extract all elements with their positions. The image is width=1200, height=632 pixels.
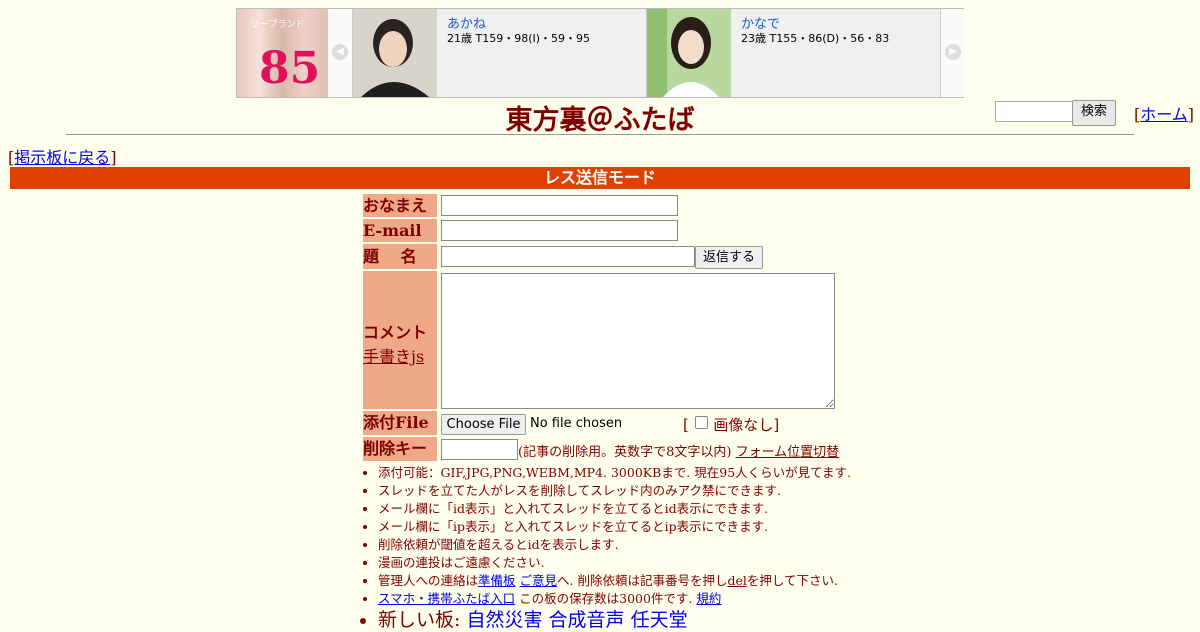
rule-text: を押して下さい. [746,573,838,588]
list-item: 漫画の連投はご遠慮ください. [378,554,851,572]
back-link-group: [掲示板に戻る] [8,144,117,168]
delete-key-note: (記事の削除用。英数字で8文字以内) [518,445,732,460]
handwriting-link[interactable]: 手書きjs [363,347,424,366]
search-button[interactable]: 検索 [1072,100,1116,126]
banner-logo-number: 85 [259,43,321,94]
new-board-link[interactable]: 任天堂 [631,609,688,631]
terms-link[interactable]: 規約 [696,591,721,606]
junbi-board-link[interactable]: 準備板 [478,573,516,588]
no-image-group: [ 画像なし] [683,414,779,435]
profile-stats: 23歳 T155・86(D)・56・83 [741,32,890,45]
banner-logo-caption: ソープランド [251,20,305,30]
rule-text: 新しい板: [378,609,467,631]
divider [66,134,1134,135]
chevron-left-icon: ◀ [332,44,348,60]
mobile-entrance-link[interactable]: スマホ・携帯ふたば入口 [378,591,515,606]
subject-label: 題 名 [363,244,437,269]
feedback-link[interactable]: ご意見 [520,573,558,588]
rule-text: 管理人への連絡は [378,573,479,588]
home-link[interactable]: ホーム [1140,105,1188,124]
chevron-right-icon: ▶ [945,44,961,60]
del-link[interactable]: del [727,573,746,588]
home-link-group: [ホーム] [1134,101,1194,125]
rule-text: この板の保存数は3000件です. [515,591,693,606]
no-image-label: 画像なし] [713,416,780,434]
choose-file-button[interactable]: Choose File [441,414,526,435]
profile-photo [647,9,731,97]
list-item: スレッドを立てた人がレスを削除してスレッド内のみアク禁にできます. [378,482,851,500]
banner-next-arrow[interactable]: ▶ [940,9,965,97]
new-board-link[interactable]: 合成音声 [549,609,625,631]
list-item: 管理人への連絡は準備板 ご意見へ. 削除依頼は記事番号を押しdelを押して下さい… [378,572,851,590]
bracket-open: [ [683,416,689,434]
bracket-close: ] [110,148,117,167]
name-field[interactable] [441,195,678,216]
delete-key-note-group: (記事の削除用。英数字で8文字以内) フォーム位置切替 [518,441,839,460]
banner-logo[interactable]: ソープランド 85 [237,9,327,97]
list-item: 削除依頼が閾値を超えるとidを表示します. [378,536,851,554]
submit-button[interactable]: 返信する [695,246,763,269]
new-board-link[interactable]: 自然災害 [466,609,542,631]
list-item: 新しい板: 自然災害 合成音声 任天堂 [378,608,851,632]
profile-stats: 21歳 T159・98(I)・59・95 [447,32,591,45]
no-file-chosen-text: No file chosen [530,416,623,431]
form-position-toggle-link[interactable]: フォーム位置切替 [736,445,840,460]
comment-label-cell: コメント 手書きjs [363,271,437,409]
list-item: メール欄に「ip表示」と入れてスレッドを立てるとip表示にできます. [378,518,851,536]
comment-label: コメント [363,323,428,342]
list-item: 添付可能：GIF,JPG,PNG,WEBM,MP4. 3000KBまで. 現在9… [378,464,851,482]
list-item: メール欄に「id表示」と入れてスレッドを立てるとid表示にできます. [378,500,851,518]
comment-textarea[interactable] [441,273,835,409]
banner-prev-arrow[interactable]: ◀ [327,9,353,97]
delete-key-field[interactable] [441,439,518,460]
bracket-close: ] [1187,105,1195,124]
no-image-checkbox[interactable] [694,416,708,429]
delete-key-label: 削除キー [363,437,437,461]
posting-rules-list: 添付可能：GIF,JPG,PNG,WEBM,MP4. 3000KBまで. 現在9… [360,464,851,632]
name-label: おなまえ [363,194,437,217]
back-to-board-link[interactable]: 掲示板に戻る [14,148,110,167]
profile-photo [353,9,437,97]
subject-field[interactable] [441,246,695,267]
email-label: E-mail [363,219,437,242]
search-input[interactable] [995,101,1075,122]
banner-profile-card[interactable]: かなで 23歳 T155・86(D)・56・83 [647,9,941,97]
banner-profile-card[interactable]: あかね 21歳 T159・98(I)・59・95 [353,9,647,97]
ad-banner[interactable]: ソープランド 85 ◀ あかね 21歳 T159・98(I)・59・95 かなで… [236,8,965,98]
rule-text: へ. 削除依頼は記事番号を押し [557,573,728,588]
file-label: 添付File [363,411,437,435]
email-field[interactable] [441,220,678,241]
reply-mode-bar: レス送信モード [10,167,1190,189]
list-item: スマホ・携帯ふたば入口 この板の保存数は3000件です. 規約 [378,590,851,608]
